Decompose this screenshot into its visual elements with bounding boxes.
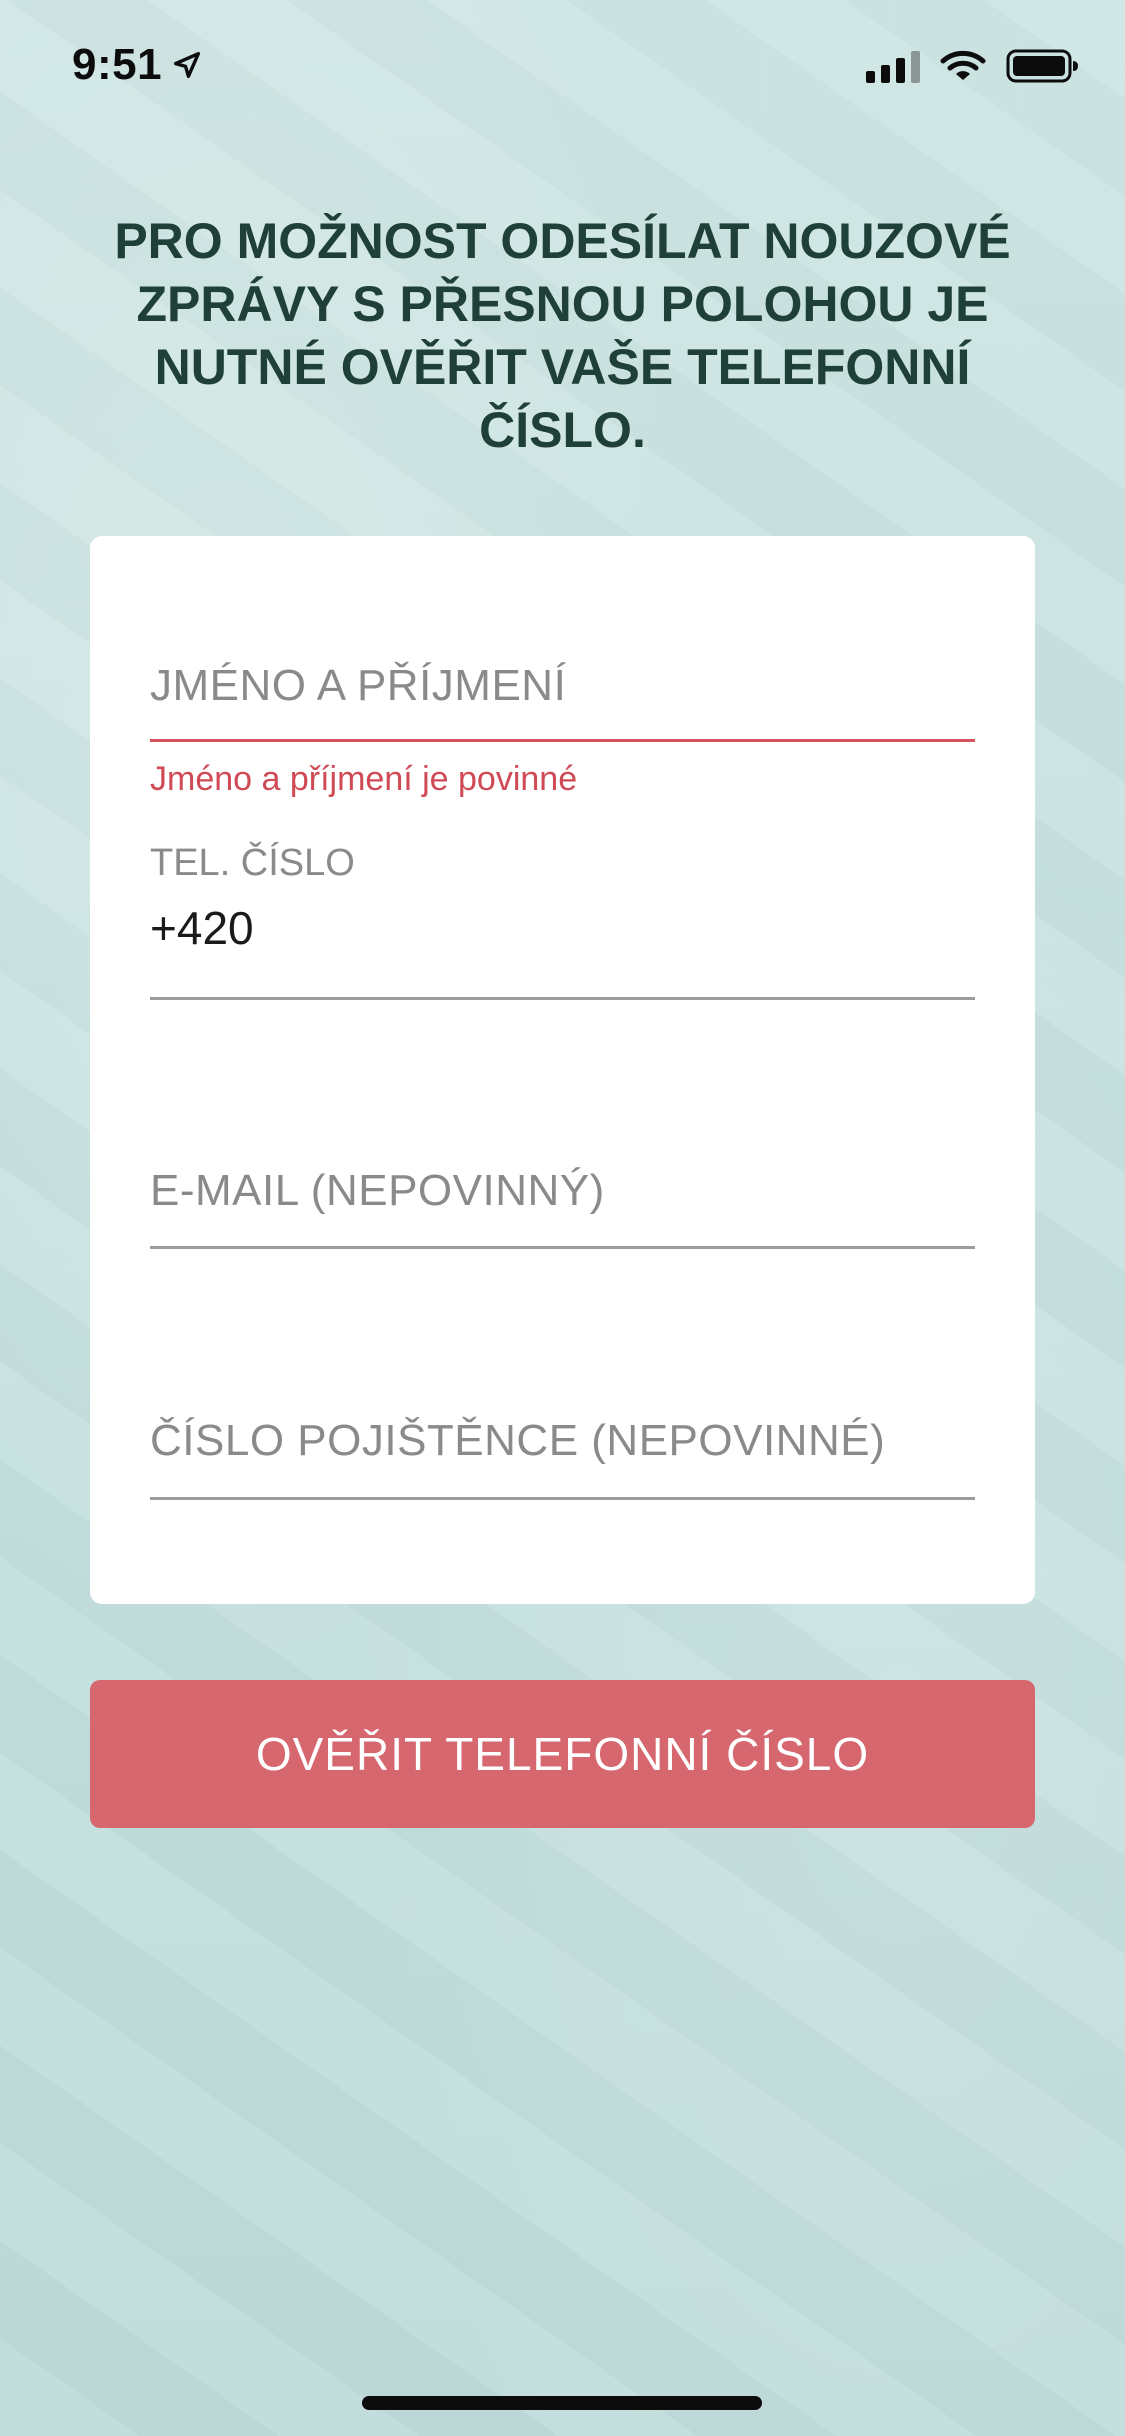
status-time-group: 9:51 xyxy=(72,40,204,90)
phone-field-underline xyxy=(150,997,975,1000)
name-field-placeholder: JMÉNO A PŘÍJMENÍ xyxy=(150,661,567,710)
page-heading: PRO MOŽNOST ODESÍLAT NOUZOVÉ ZPRÁVY S PŘ… xyxy=(114,213,1011,458)
name-field[interactable]: JMÉNO A PŘÍJMENÍ xyxy=(150,661,975,761)
phone-field-value: +420 xyxy=(150,902,254,954)
status-icons xyxy=(866,48,1080,84)
insurance-field-underline xyxy=(150,1497,975,1500)
email-field[interactable]: E-MAIL (NEPOVINNÝ) xyxy=(150,1166,975,1266)
phone-field[interactable]: TEL. ČÍSLO +420 xyxy=(150,842,975,1002)
email-field-underline xyxy=(150,1246,975,1249)
home-indicator[interactable] xyxy=(362,2396,762,2410)
wifi-icon xyxy=(940,50,986,80)
email-field-placeholder: E-MAIL (NEPOVINNÝ) xyxy=(150,1166,605,1215)
insurance-number-field[interactable]: ČÍSLO POJIŠTĚNCE (NEPOVINNÉ) xyxy=(150,1416,975,1516)
signal-icon xyxy=(866,49,920,83)
location-arrow-icon xyxy=(174,51,201,79)
status-bar: 9:51 xyxy=(0,0,1125,132)
battery-icon xyxy=(1006,49,1078,83)
phone-field-label: TEL. ČÍSLO xyxy=(150,842,355,884)
status-time: 9:51 xyxy=(72,40,163,89)
name-error-message: Jméno a příjmení je povinné xyxy=(150,760,578,798)
form-card: JMÉNO A PŘÍJMENÍ Jméno a příjmení je pov… xyxy=(90,536,1035,1604)
verify-phone-button[interactable]: OVĚŘIT TELEFONNÍ ČÍSLO xyxy=(90,1680,1035,1828)
name-field-underline xyxy=(150,739,975,742)
insurance-field-placeholder: ČÍSLO POJIŠTĚNCE (NEPOVINNÉ) xyxy=(150,1416,886,1465)
